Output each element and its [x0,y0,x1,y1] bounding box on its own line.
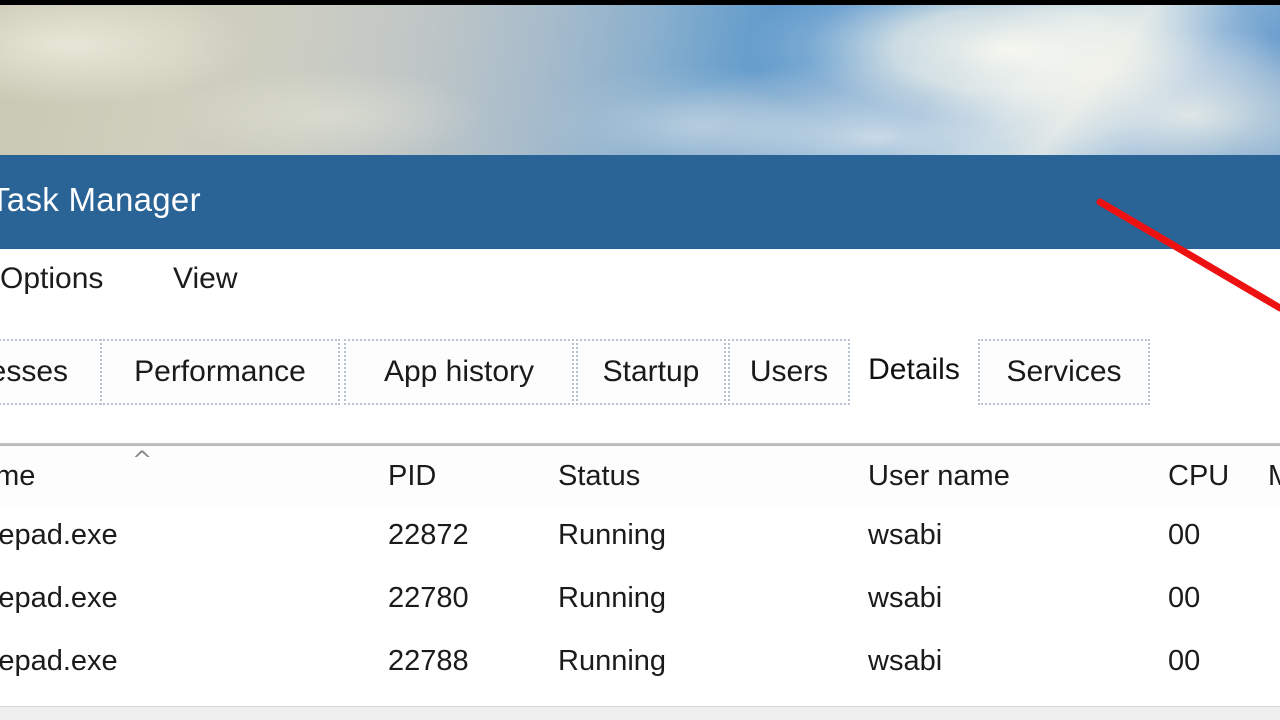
task-manager-window: Task Manager File Options View Processes… [0,155,1280,720]
table-row[interactable]: notepad.exe 22788 Running wsabi 00 [0,633,1280,696]
cell-pid: 22780 [388,582,469,614]
cell-pid: 22872 [388,519,469,551]
window-titlebar[interactable]: Task Manager [0,155,1280,249]
cell-status: Running [558,519,667,551]
table-row[interactable]: notepad.exe 22780 Running wsabi 00 [0,570,1280,633]
cell-cpu: 00 [1168,582,1201,614]
column-header-username[interactable]: User name [868,460,1010,493]
cell-name: notepad.exe [0,582,118,614]
cell-status: Running [558,645,667,677]
column-header-memory[interactable]: M [1268,460,1280,493]
cell-cpu: 00 [1168,645,1201,677]
cell-pid: 22788 [388,645,469,677]
cell-username: wsabi [868,519,943,551]
tab-users[interactable]: Users [728,339,850,405]
cell-username: wsabi [868,582,943,614]
column-header-name[interactable]: Name [0,460,35,493]
window-bottom-strip [0,706,1280,720]
cell-cpu: 00 [1168,519,1201,551]
column-header-pid[interactable]: PID [388,460,436,493]
tab-startup[interactable]: Startup [576,339,726,405]
table-column-header-row: Name PID Status User name CPU M [0,446,1280,506]
tab-app-history[interactable]: App history [344,339,574,405]
table-row[interactable]: notepad.exe 22872 Running wsabi 00 [0,507,1280,570]
menu-item-view[interactable]: View [173,262,237,296]
column-header-status[interactable]: Status [558,460,640,493]
tab-details[interactable]: Details [852,333,976,407]
tab-performance[interactable]: Performance [100,339,340,405]
cell-username: wsabi [868,645,943,677]
cloud-band-right [760,5,1280,155]
column-header-cpu[interactable]: CPU [1168,460,1229,493]
tab-strip: Processes Performance App history Startu… [0,331,1280,585]
tab-services[interactable]: Services [978,339,1150,405]
menu-bar: File Options View [0,249,1280,307]
sort-ascending-icon: ^ [131,446,153,474]
cell-name: notepad.exe [0,645,118,677]
tab-processes[interactable]: Processes [0,339,104,405]
cloud-haze-left [0,5,520,155]
cell-name: notepad.exe [0,519,118,551]
desktop-wallpaper [0,5,1280,155]
window-title: Task Manager [0,181,201,218]
screen: Task Manager File Options View Processes… [0,0,1280,720]
menu-item-options[interactable]: Options [0,262,103,296]
cell-status: Running [558,582,667,614]
